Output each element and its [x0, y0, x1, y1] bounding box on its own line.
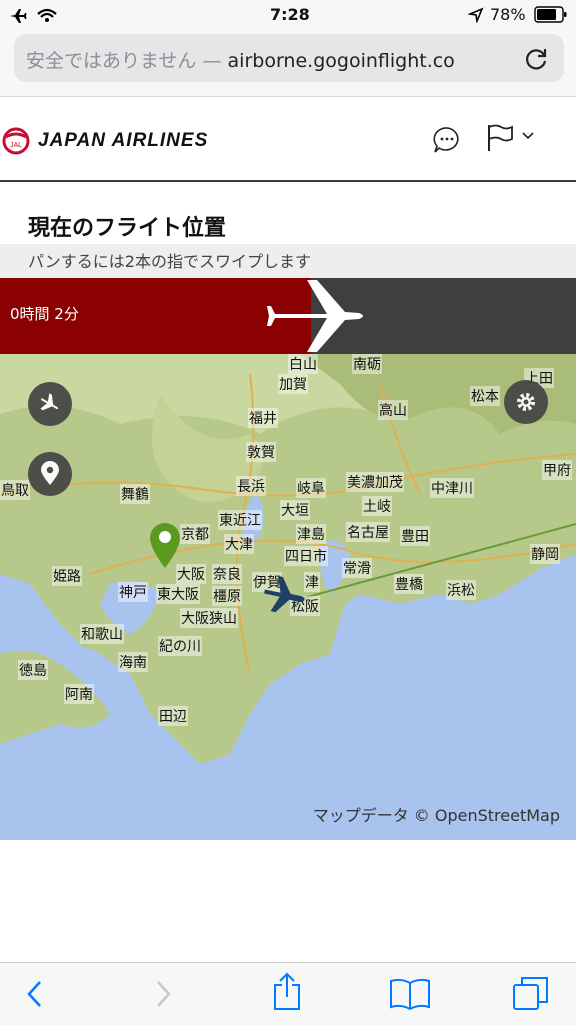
flight-map[interactable]: 白山 南砺 上田 加賀 松本 高山 福井 敦賀 長浜 岐阜 美濃加茂 中津川 甲… — [0, 354, 576, 840]
place-label: 豊田 — [400, 526, 430, 546]
place-label: 甲府 — [542, 460, 572, 480]
place-label: 豊橋 — [394, 574, 424, 594]
swipe-hint-bar: パンするには2本の指でスワイプします — [0, 244, 576, 278]
place-label: 白山 — [288, 354, 318, 374]
swipe-hint-text: パンするには2本の指でスワイプします — [28, 252, 311, 271]
place-label: 大阪狭山 — [180, 608, 238, 628]
url-host: airborne.gogoinflight.co — [227, 50, 455, 72]
place-label: 海南 — [118, 652, 148, 672]
forward-icon[interactable] — [150, 979, 174, 1009]
place-label: 奈良 — [212, 564, 242, 584]
place-label: 舞鶴 — [120, 484, 150, 504]
aircraft-position-icon[interactable] — [262, 576, 310, 616]
place-label: 東大阪 — [156, 584, 200, 604]
brand-name: JAPAN AIRLINES — [38, 130, 209, 151]
location-arrow-icon — [468, 7, 484, 23]
place-label: 京都 — [180, 524, 210, 544]
bookmarks-icon[interactable] — [388, 977, 432, 1011]
place-label: 美濃加茂 — [346, 472, 404, 492]
site-header: JAL JAPAN AIRLINES — [0, 97, 576, 182]
place-label: 紀の川 — [158, 636, 202, 656]
place-label: 大津 — [224, 534, 254, 554]
browser-address-area: 安全ではありません — airborne.gogoinflight.co — [0, 30, 576, 97]
time-remaining: 0時間 2分 — [10, 305, 79, 323]
chat-icon[interactable] — [432, 125, 462, 155]
place-label: 和歌山 — [80, 624, 124, 644]
status-bar: 7:28 78% — [0, 0, 576, 30]
chevron-down-icon[interactable] — [522, 131, 534, 141]
back-icon[interactable] — [24, 979, 48, 1009]
place-label: 岐阜 — [296, 478, 326, 498]
tabs-icon[interactable] — [512, 975, 550, 1013]
url-bar[interactable]: 安全ではありません — airborne.gogoinflight.co — [14, 34, 564, 82]
battery-icon — [534, 6, 567, 23]
page-title: 現在のフライト位置 — [28, 216, 227, 241]
url-security-warning: 安全ではありません — — [26, 50, 222, 72]
location-button[interactable] — [28, 452, 72, 496]
place-label: 姫路 — [52, 566, 82, 586]
browser-toolbar — [0, 962, 576, 1025]
airplane-mode-and-wifi-icon — [10, 8, 57, 23]
place-label: 中津川 — [430, 478, 474, 498]
svg-text:JAL: JAL — [10, 142, 22, 149]
place-label: 神戸 — [118, 582, 148, 602]
place-label: 福井 — [248, 408, 278, 428]
url-text[interactable]: 安全ではありません — airborne.gogoinflight.co — [26, 46, 496, 73]
place-label: 高山 — [378, 400, 408, 420]
place-label: 土岐 — [362, 496, 392, 516]
place-label: 大垣 — [280, 500, 310, 520]
place-label: 鳥取 — [0, 480, 30, 500]
place-label: 松本 — [470, 386, 500, 406]
flight-progress-bar: 0時間 2分 — [0, 278, 576, 354]
place-label: 橿原 — [212, 586, 242, 606]
place-label: 静岡 — [530, 544, 560, 564]
map-attribution[interactable]: マップデータ © OpenStreetMap — [313, 802, 560, 826]
origin-pin-icon[interactable] — [146, 520, 184, 570]
reload-icon[interactable] — [524, 46, 550, 72]
place-label: 田辺 — [158, 706, 188, 726]
flag-icon[interactable] — [486, 123, 516, 153]
gear-icon — [517, 393, 535, 411]
place-label: 南砺 — [352, 354, 382, 374]
place-label: 津島 — [296, 524, 326, 544]
place-label: 阿南 — [64, 684, 94, 704]
share-icon[interactable] — [270, 971, 304, 1013]
place-label: 常滑 — [342, 558, 372, 578]
status-time: 7:28 — [270, 5, 310, 24]
place-label: 長浜 — [236, 476, 266, 496]
airplane-progress-icon — [267, 280, 363, 352]
place-label: 名古屋 — [346, 522, 390, 542]
jal-crane-logo[interactable]: JAL — [2, 127, 30, 155]
place-label: 浜松 — [446, 580, 476, 600]
place-label: 四日市 — [284, 546, 328, 566]
place-label: 加賀 — [278, 374, 308, 394]
settings-button[interactable] — [504, 380, 548, 424]
flight-view-button[interactable] — [28, 382, 72, 426]
airplane-icon — [40, 393, 59, 411]
place-label: 徳島 — [18, 660, 48, 680]
place-label: 東近江 — [218, 510, 262, 530]
place-label: 敦賀 — [246, 442, 276, 462]
title-area: 現在のフライト位置 — [0, 182, 576, 244]
map-pin-icon — [41, 461, 59, 485]
battery-percent: 78% — [490, 5, 526, 24]
